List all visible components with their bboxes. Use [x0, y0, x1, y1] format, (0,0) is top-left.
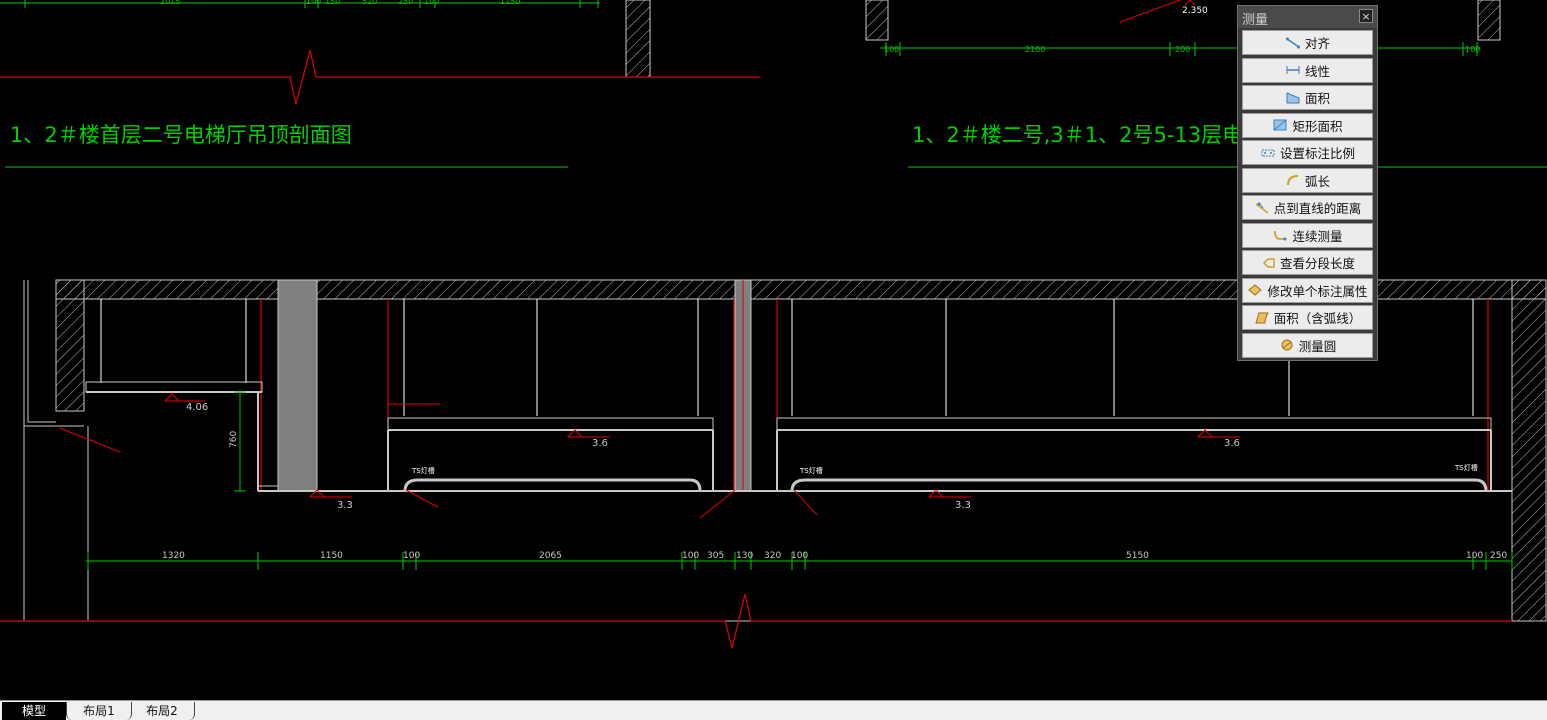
- bottom-dim-8: 100: [791, 551, 808, 561]
- tab-label: 布局2: [146, 704, 178, 718]
- point-to-line-icon: [1254, 201, 1270, 215]
- top-dim-left-6: 1150: [500, 0, 520, 6]
- level-label-4: 3.3: [955, 500, 971, 511]
- segment-length-icon: [1260, 256, 1276, 270]
- bottom-dim-1: 1150: [320, 551, 343, 561]
- tool-arc-area-button[interactable]: 面积（含弧线）: [1242, 305, 1373, 330]
- tab-layout1[interactable]: 布局1: [66, 702, 132, 720]
- level-label-3: 3.3: [337, 500, 353, 511]
- tool-area-button[interactable]: 面积: [1242, 85, 1373, 110]
- tab-label: 模型: [21, 704, 46, 718]
- tool-label: 测量圆: [1298, 338, 1337, 354]
- top-dim-right-2: 200: [1175, 45, 1190, 54]
- bottom-dim-6: 130: [736, 551, 753, 561]
- bottom-dim-10: 100: [1466, 551, 1483, 561]
- palette-title: 测量: [1242, 13, 1269, 28]
- tool-label: 面积（含弧线）: [1273, 311, 1362, 326]
- tool-rect-area-button[interactable]: 矩形面积: [1242, 112, 1373, 138]
- linear-dimension-icon: [1285, 63, 1301, 77]
- bottom-dim-7: 320: [764, 551, 781, 561]
- arc-area-icon: [1254, 311, 1270, 325]
- tool-label: 对齐: [1304, 36, 1330, 51]
- tool-label: 连续测量: [1292, 228, 1343, 244]
- bottom-dim-4: 100: [682, 551, 699, 561]
- layout-tab-bar: 模型 布局1 布局2: [0, 700, 1547, 720]
- edit-dimension-icon: [1247, 283, 1263, 297]
- area-icon: [1285, 91, 1301, 105]
- tool-label: 修改单个标注属性: [1267, 283, 1368, 299]
- bottom-dim-3: 2065: [539, 551, 562, 561]
- tool-continuous-button[interactable]: 连续测量: [1242, 222, 1373, 248]
- bottom-dim-11: 250: [1490, 551, 1507, 561]
- tool-dim-scale-button[interactable]: 设置标注比例: [1242, 140, 1373, 165]
- tool-arc-length-button[interactable]: 弧长: [1242, 167, 1373, 193]
- close-button[interactable]: ×: [1359, 9, 1373, 23]
- top-dim-left-0: 2015: [160, 0, 180, 6]
- top-dim-right-0: 100: [884, 45, 899, 54]
- top-dim-right-1: 2100: [1025, 45, 1045, 54]
- tab-label: 布局1: [83, 704, 115, 718]
- height-dimension: 760: [229, 431, 239, 448]
- tab-layout2[interactable]: 布局2: [130, 702, 195, 720]
- palette-titlebar[interactable]: 测量 ×: [1238, 6, 1377, 28]
- level-label-2: 3.6: [1224, 438, 1240, 449]
- aligned-dimension-icon: [1285, 36, 1301, 50]
- tool-edit-dim-button[interactable]: 修改单个标注属性: [1242, 277, 1373, 303]
- tool-label: 弧长: [1304, 173, 1330, 189]
- bottom-dim-5: 305: [707, 551, 724, 561]
- tool-label: 设置标注比例: [1279, 146, 1355, 161]
- tool-label: 查看分段长度: [1279, 256, 1355, 271]
- ts-label-1: TS灯槽: [799, 466, 823, 475]
- tool-linear-button[interactable]: 线性: [1242, 57, 1373, 83]
- drawing-title-right: 1、2＃楼二号,3＃1、2号5-13层电梯: [912, 123, 1264, 147]
- top-dim-left-1: 100: [306, 0, 321, 6]
- top-dim-left-2: 150: [325, 0, 340, 6]
- tool-label: 矩形面积: [1292, 118, 1343, 134]
- drawing-title-left: 1、2＃楼首层二号电梯厅吊顶剖面图: [10, 123, 352, 147]
- measure-circle-icon: [1279, 338, 1295, 352]
- top-dim-left-4: 250: [398, 0, 413, 6]
- tool-measure-circle-button[interactable]: 测量圆: [1242, 332, 1373, 358]
- tool-point-line-button[interactable]: 点到直线的距离: [1242, 195, 1373, 220]
- top-dim-left-3: 520: [362, 0, 377, 6]
- tool-aligned-button[interactable]: 对齐: [1242, 30, 1373, 55]
- dimension-scale-icon: [1260, 146, 1276, 160]
- top-dim-right-3: 100: [1465, 45, 1480, 54]
- palette-tool-list: 对齐 线性 面积 矩形面积 设置标注比例 弧长 点到直线的距离 连续测量 查看分…: [1242, 30, 1373, 360]
- ts-label-2: TS灯槽: [1454, 463, 1478, 472]
- measure-palette[interactable]: 测量 × 对齐 线性 面积 矩形面积 设置标注比例 弧长 点到直线的距离 连续测…: [1237, 5, 1378, 361]
- arc-length-icon: [1285, 173, 1301, 187]
- tool-label: 点到直线的距离: [1273, 201, 1362, 216]
- close-icon: ×: [1361, 10, 1371, 23]
- continuous-measure-icon: [1272, 228, 1288, 242]
- top-dim-left-5: 100: [424, 0, 439, 6]
- tab-model[interactable]: 模型: [2, 702, 66, 720]
- bottom-dim-0: 1320: [162, 551, 185, 561]
- level-label-1: 3.6: [592, 438, 608, 449]
- tool-segment-button[interactable]: 查看分段长度: [1242, 250, 1373, 275]
- rectangle-area-icon: [1272, 118, 1288, 132]
- bottom-dim-9: 5150: [1126, 551, 1149, 561]
- ts-label-0: TS灯槽: [411, 466, 435, 475]
- top-level-mark: 2.350: [1182, 6, 1208, 16]
- level-label-0: 4.06: [186, 402, 208, 413]
- tool-label: 面积: [1304, 91, 1330, 106]
- tool-label: 线性: [1304, 63, 1330, 79]
- bottom-dim-2: 100: [403, 551, 420, 561]
